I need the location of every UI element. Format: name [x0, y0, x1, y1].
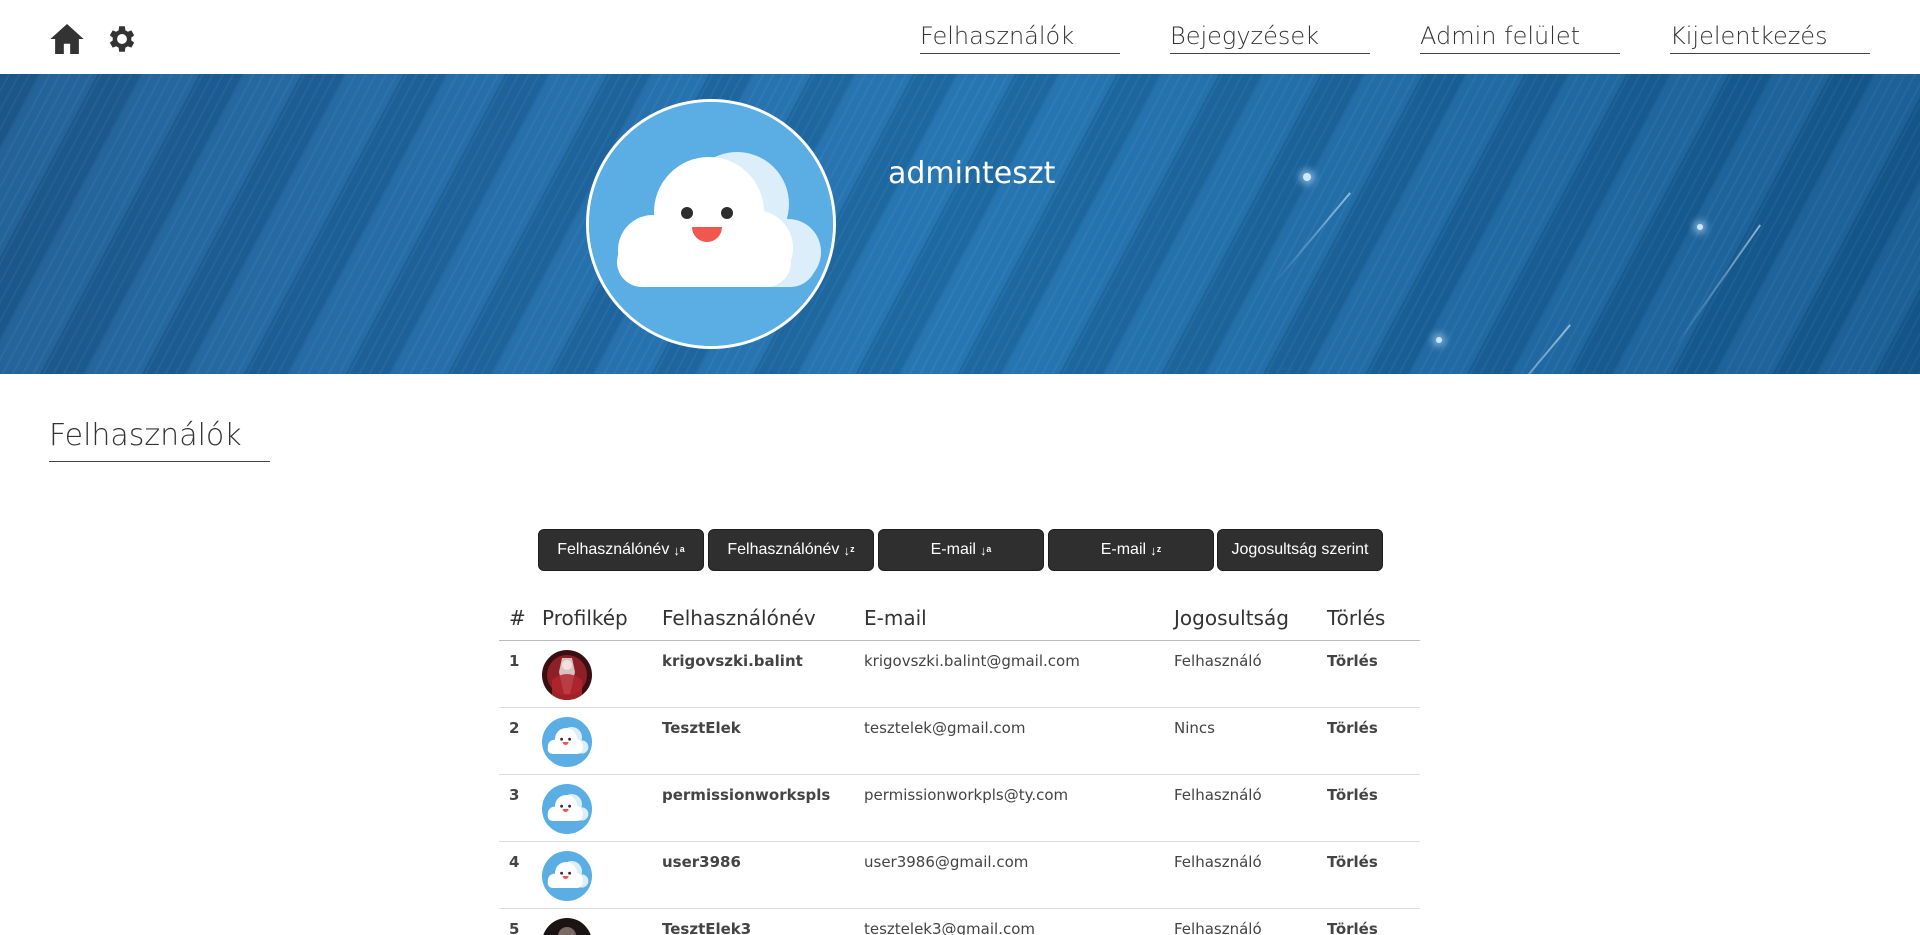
header-number: #	[499, 596, 542, 641]
row-username: permissionworkspls	[662, 774, 864, 842]
header-username: Felhasználónév	[662, 596, 864, 641]
home-icon[interactable]	[48, 20, 86, 58]
header-profile-image: Profilkép	[542, 596, 662, 641]
row-permission: Felhasználó	[1174, 774, 1327, 842]
delete-user-button[interactable]: Törlés	[1327, 707, 1420, 775]
header-email: E-mail	[864, 596, 1174, 641]
user-avatar	[542, 716, 592, 767]
cloud-mascot-icon	[542, 716, 592, 767]
row-email: user3986@gmail.com	[864, 841, 1174, 909]
delete-user-button[interactable]: Törlés	[1327, 640, 1420, 708]
sort-asc-icon: ↓ᵃ	[673, 542, 685, 558]
table-row: 5 TesztElek3 tesztelek3@gmail.com Felhas…	[499, 908, 1420, 935]
sort-desc-icon: ↓ᶻ	[843, 542, 855, 558]
sort-permission-button[interactable]: Jogosultság szerint	[1217, 529, 1383, 571]
star-dot	[1697, 224, 1703, 230]
section-title: Felhasználók	[49, 418, 270, 462]
sort-desc-icon: ↓ᶻ	[1150, 542, 1162, 558]
sort-email-desc-button[interactable]: E-mail ↓ᶻ	[1048, 529, 1214, 571]
row-permission: Felhasználó	[1174, 908, 1327, 935]
top-navbar: Felhasználók Bejegyzések Admin felület K…	[0, 0, 1920, 74]
nav-felhasznalok[interactable]: Felhasználók	[920, 22, 1120, 54]
gear-icon[interactable]	[105, 22, 139, 56]
nav-bejegyzesek[interactable]: Bejegyzések	[1170, 22, 1370, 54]
sort-asc-icon: ↓ᵃ	[979, 542, 992, 558]
star-dot	[1303, 173, 1311, 181]
delete-user-button[interactable]: Törlés	[1327, 908, 1420, 935]
cloud-mascot-icon	[542, 783, 592, 834]
row-email: krigovszki.balint@gmail.com	[864, 640, 1174, 708]
user-avatar	[542, 850, 592, 901]
row-username: krigovszki.balint	[662, 640, 864, 708]
row-number: 1	[499, 640, 542, 708]
table-header-row: # Profilkép Felhasználónév E-mail Jogosu…	[499, 596, 1420, 641]
sort-button-label: E-mail	[930, 541, 976, 558]
sort-username-asc-button[interactable]: Felhasználónév ↓ᵃ	[538, 529, 704, 571]
cloud-mascot-icon	[542, 850, 592, 901]
header-permission: Jogosultság	[1174, 596, 1327, 641]
photo-avatar-icon	[542, 649, 592, 700]
star-dot	[1436, 337, 1442, 343]
cloud-mascot-icon	[589, 102, 833, 346]
nav-kijelentkezes[interactable]: Kijelentkezés	[1670, 22, 1870, 54]
profile-banner	[0, 74, 1920, 374]
table-row: 4 user3986 user3986@gmail.com Felhasznál…	[499, 841, 1420, 909]
user-avatar	[542, 783, 592, 834]
users-table: # Profilkép Felhasználónév E-mail Jogosu…	[499, 596, 1420, 935]
header-delete: Törlés	[1327, 596, 1420, 641]
row-email: tesztelek@gmail.com	[864, 707, 1174, 775]
row-username: TesztElek	[662, 707, 864, 775]
table-row: 2 TesztElek tesztelek@gmail.com Nincs Tö…	[499, 707, 1420, 775]
row-permission: Felhasználó	[1174, 841, 1327, 909]
row-number: 4	[499, 841, 542, 909]
photo-avatar-icon	[542, 917, 592, 935]
row-permission: Felhasználó	[1174, 640, 1327, 708]
row-number: 3	[499, 774, 542, 842]
table-row: 1 krigovszki.balint krigovszki.balint@gm…	[499, 640, 1420, 708]
profile-avatar	[586, 99, 836, 349]
sort-button-label: Felhasználónév	[727, 541, 840, 558]
profile-username: adminteszt	[888, 156, 1056, 191]
banner-texture	[0, 74, 1920, 374]
nav-admin-felulet[interactable]: Admin felület	[1420, 22, 1620, 54]
user-avatar	[542, 917, 592, 935]
row-username: user3986	[662, 841, 864, 909]
delete-user-button[interactable]: Törlés	[1327, 841, 1420, 909]
row-number: 5	[499, 908, 542, 935]
table-row: 3 permissionworkspls permissionworkpls@t…	[499, 774, 1420, 842]
row-number: 2	[499, 707, 542, 775]
user-avatar	[542, 649, 592, 700]
row-permission: Nincs	[1174, 707, 1327, 775]
sort-username-desc-button[interactable]: Felhasználónév ↓ᶻ	[708, 529, 874, 571]
sort-button-label: Jogosultság szerint	[1231, 541, 1369, 558]
sort-button-label: E-mail	[1100, 541, 1147, 558]
delete-user-button[interactable]: Törlés	[1327, 774, 1420, 842]
sort-email-asc-button[interactable]: E-mail ↓ᵃ	[878, 529, 1044, 571]
row-email: permissionworkpls@ty.com	[864, 774, 1174, 842]
row-email: tesztelek3@gmail.com	[864, 908, 1174, 935]
row-username: TesztElek3	[662, 908, 864, 935]
sort-button-label: Felhasználónév	[557, 541, 670, 558]
